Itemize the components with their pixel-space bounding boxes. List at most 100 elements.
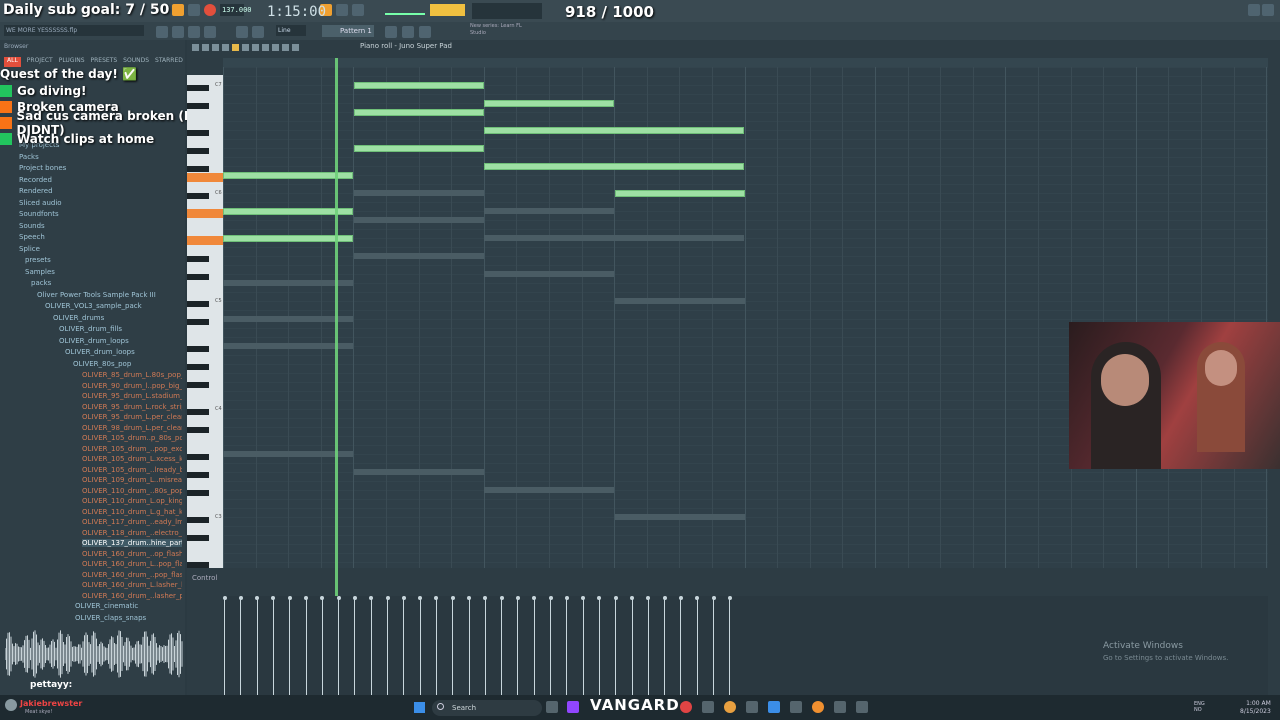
close-icon[interactable]: [1262, 4, 1274, 16]
midi-note[interactable]: [354, 145, 484, 152]
tree-file[interactable]: OLIVER_98_drum_L.per_clean_simple: [82, 424, 182, 432]
tree-folder[interactable]: Speech: [19, 233, 45, 241]
pianoroll-icon[interactable]: [172, 26, 184, 38]
tree-folder[interactable]: OLIVER_drum_loops: [59, 337, 129, 345]
midi-note[interactable]: [354, 82, 484, 89]
tree-file[interactable]: OLIVER_110_drum_L.g_hat_kick_snare: [82, 508, 182, 516]
timeline-ruler[interactable]: [223, 58, 1268, 67]
media-player-icon[interactable]: [834, 701, 846, 713]
mic-icon[interactable]: [252, 26, 264, 38]
record-button[interactable]: [204, 4, 216, 16]
select-icon[interactable]: [272, 44, 279, 51]
velocity-handle[interactable]: [483, 596, 488, 600]
taskbar-search[interactable]: Search: [432, 700, 542, 716]
velocity-handle[interactable]: [727, 596, 732, 600]
black-key[interactable]: [187, 274, 209, 280]
shift-key-icon[interactable]: [385, 26, 397, 38]
piano-keyboard[interactable]: C7 C6 C5 C4 C3: [187, 75, 223, 568]
velocity-handle[interactable]: [222, 596, 227, 600]
velocity-bar[interactable]: [289, 599, 291, 695]
velocity-handle[interactable]: [450, 596, 455, 600]
tree-file[interactable]: OLIVER_95_drum_L.rock_stripped_dry: [82, 403, 182, 411]
velocity-handle[interactable]: [532, 596, 537, 600]
mute-icon[interactable]: [252, 44, 259, 51]
magnet-icon[interactable]: [202, 44, 209, 51]
tree-file[interactable]: OLIVER_95_drum_L.stadium_rock_full: [82, 392, 182, 400]
tree-folder[interactable]: Rendered: [19, 187, 53, 195]
task-view-icon[interactable]: [546, 701, 558, 713]
snap-select[interactable]: Line: [276, 25, 306, 36]
black-key[interactable]: [187, 85, 209, 91]
sample-waveform[interactable]: [5, 630, 183, 678]
black-key[interactable]: [187, 319, 209, 325]
midi-note[interactable]: [484, 163, 744, 170]
tree-folder[interactable]: OLIVER_cinematic: [75, 602, 138, 610]
tree-file[interactable]: OLIVER_105_drum..p_80s_pop_excess: [82, 434, 182, 442]
velocity-handle[interactable]: [352, 596, 357, 600]
velocity-handle[interactable]: [385, 596, 390, 600]
velocity-bar[interactable]: [484, 599, 486, 695]
velocity-handle[interactable]: [646, 596, 651, 600]
browser-tab-starred[interactable]: STARRED: [155, 57, 183, 67]
tree-folder[interactable]: Packs: [19, 153, 39, 161]
velocity-bar[interactable]: [631, 599, 633, 695]
news-panel[interactable]: New series: Learn FL Studio: [470, 23, 535, 39]
zoom-icon[interactable]: [282, 44, 289, 51]
fl-studio-icon[interactable]: [812, 701, 824, 713]
tree-folder[interactable]: Oliver Power Tools Sample Pack III: [37, 291, 156, 299]
velocity-bar[interactable]: [582, 599, 584, 695]
record-icon[interactable]: [212, 44, 219, 51]
app-icon-red[interactable]: [680, 701, 692, 713]
arrow-icon[interactable]: [236, 26, 248, 38]
black-key[interactable]: [187, 535, 209, 541]
speaker-icon[interactable]: [292, 44, 299, 51]
black-key[interactable]: [187, 193, 209, 199]
midi-note[interactable]: [223, 172, 353, 179]
velocity-handle[interactable]: [304, 596, 308, 600]
velocity-handle[interactable]: [515, 596, 520, 600]
velocity-bar[interactable]: [517, 599, 519, 695]
velocity-bar[interactable]: [435, 599, 437, 695]
highlighted-key[interactable]: [187, 209, 223, 218]
velocity-handle[interactable]: [401, 596, 406, 600]
tree-file[interactable]: OLIVER_160_drum_L..pop_flasher_full: [82, 560, 182, 568]
control-label[interactable]: Control: [192, 574, 217, 582]
tree-folder[interactable]: OLIVER_drums: [53, 314, 104, 322]
tree-folder[interactable]: Samples: [25, 268, 55, 276]
velocity-bar[interactable]: [468, 599, 470, 695]
tree-file[interactable]: OLIVER_90_drum_l..pop_big_hair_rock: [82, 382, 182, 390]
tree-file[interactable]: OLIVER_105_drum_..pop_excess_flats: [82, 445, 182, 453]
velocity-handle[interactable]: [564, 596, 569, 600]
velocity-bar[interactable]: [713, 599, 714, 695]
tree-folder[interactable]: presets: [25, 256, 51, 264]
black-key[interactable]: [187, 382, 209, 388]
tree-file[interactable]: OLIVER_110_drum_..80s_pop_king_hut: [82, 487, 182, 495]
tree-file[interactable]: OLIVER_105_drum_..lready_bombastic: [82, 466, 182, 474]
channel-rack-icon[interactable]: [188, 26, 200, 38]
velocity-bar[interactable]: [550, 599, 551, 695]
velocity-handle[interactable]: [369, 596, 374, 600]
tree-file[interactable]: OLIVER_118_drum_..electro_slammed: [82, 529, 182, 537]
stop-button[interactable]: [188, 4, 200, 16]
tree-folder[interactable]: Soundfonts: [19, 210, 59, 218]
black-key[interactable]: [187, 364, 209, 370]
velocity-bar[interactable]: [598, 599, 600, 695]
browser-tab-project[interactable]: PROJECT: [27, 57, 53, 67]
tree-folder[interactable]: OLIVER_drum_loops: [65, 348, 135, 356]
velocity-handle[interactable]: [467, 596, 471, 600]
pencil-icon[interactable]: [222, 44, 229, 51]
alt-key-icon[interactable]: [419, 26, 431, 38]
midi-note[interactable]: [223, 208, 353, 215]
velocity-handle[interactable]: [695, 596, 700, 600]
slice-icon[interactable]: [262, 44, 269, 51]
twitch-icon[interactable]: [567, 701, 579, 713]
highlighted-key[interactable]: [187, 173, 223, 182]
black-key[interactable]: [187, 472, 209, 478]
windows-start-icon[interactable]: [414, 702, 425, 713]
velocity-bar[interactable]: [664, 599, 666, 695]
play-button[interactable]: [172, 4, 184, 16]
black-key[interactable]: [187, 490, 209, 496]
black-key[interactable]: [187, 346, 209, 352]
velocity-handle[interactable]: [597, 596, 602, 600]
black-key[interactable]: [187, 562, 209, 568]
